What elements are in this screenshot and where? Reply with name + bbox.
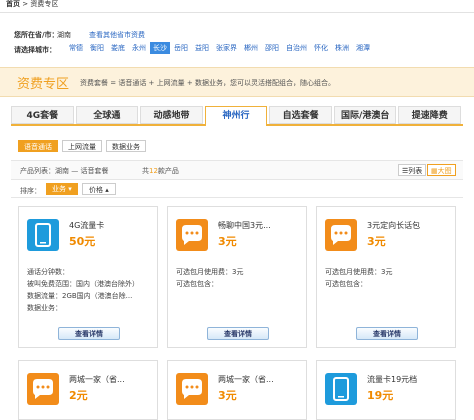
sort-by-price-button[interactable]: 价格 ▴: [82, 183, 116, 195]
chat-icon: [176, 373, 208, 405]
sub-tabs: 语音通话 上网流量 数据业务: [18, 140, 146, 152]
phone-icon: [325, 373, 357, 405]
product-card[interactable]: 4G流量卡 50元通话分钟数： 被叫免费范围：国内（港澳台除外） 数据流量：2GB国内…: [18, 206, 158, 348]
other-province-link[interactable]: 查看其他省市资费: [89, 30, 145, 40]
sub-tab[interactable]: 上网流量: [62, 140, 102, 152]
view-details-button[interactable]: 查看详情: [58, 327, 120, 340]
count-suffix: 款产品: [157, 167, 179, 175]
product-card[interactable]: 两城一家（省... 3元: [167, 360, 307, 420]
city-option[interactable]: 邵阳: [262, 42, 282, 54]
province-label: 您所在省/市：: [14, 31, 59, 39]
view-details-button[interactable]: 查看详情: [356, 327, 418, 340]
package-tab[interactable]: 自选套餐: [269, 106, 332, 124]
list-view-button[interactable]: ☰列表: [398, 164, 427, 176]
product-card[interactable]: 流量卡19元档 19元: [316, 360, 456, 420]
count-number: 12: [149, 167, 158, 175]
product-card[interactable]: 畅聊中国3元... 3元可选包月使用费：3元 可选包包含： 查看详情: [167, 206, 307, 348]
grid-view-label: 大图: [437, 167, 452, 175]
product-attribute: 可选包月使用费：3元: [176, 268, 244, 276]
sub-tab[interactable]: 数据业务: [106, 140, 146, 152]
product-price: 19元: [367, 389, 394, 402]
product-name[interactable]: 畅聊中国3元...: [218, 220, 271, 231]
package-tab[interactable]: 动感地带: [140, 106, 203, 124]
product-count: 共12款产品: [142, 166, 179, 176]
zone-title: 资费专区: [17, 77, 70, 92]
chat-icon: [325, 219, 357, 251]
city-option[interactable]: 岳阳: [171, 42, 191, 54]
sort-business-label: 业务: [52, 185, 66, 193]
product-attribute: 数据流量：2GB国内（港澳台除...: [27, 292, 133, 300]
chat-icon: [27, 373, 59, 405]
city-option[interactable]: 长沙: [150, 42, 170, 54]
package-tab[interactable]: 神州行: [204, 106, 268, 126]
city-option[interactable]: 张家界: [213, 42, 240, 54]
sort-label: 排序：: [20, 187, 41, 195]
sort-bar: [11, 180, 463, 198]
phone-icon: [27, 219, 59, 251]
package-tab[interactable]: 国际/港澳台: [333, 106, 397, 124]
view-details-button[interactable]: 查看详情: [207, 327, 269, 340]
grid-view-icon: ▦: [431, 167, 438, 175]
product-name[interactable]: 3元定向长话包: [367, 220, 420, 231]
product-attribute: 数据业务：: [27, 304, 62, 312]
list-title: 产品列表：湖南 — 话音套餐: [20, 167, 109, 175]
zone-description: 资费套餐 = 语音通话 + 上网流量 + 数据业务，您可以灵活搭配组合，随心组合…: [80, 79, 335, 87]
city-list: 常德 衡阳 娄底 永州 长沙 岳阳 益阳 张家界 郴州 邵阳 自治州 怀化 株洲 湘潭: [66, 42, 374, 54]
city-option[interactable]: 怀化: [311, 42, 331, 54]
product-name[interactable]: 两城一家（省...: [69, 374, 125, 385]
product-name[interactable]: 4G流量卡: [69, 220, 104, 231]
breadcrumb: 首页 > 资费专区: [6, 0, 58, 9]
breadcrumb-home-link[interactable]: 首页: [6, 0, 20, 8]
product-price: 3元: [218, 389, 237, 402]
product-card[interactable]: 两城一家（省... 2元: [18, 360, 158, 420]
product-attribute: 通话分钟数：: [27, 268, 69, 276]
city-option[interactable]: 株洲: [332, 42, 352, 54]
product-attribute: 被叫免费范围：国内（港澳台除外）: [27, 280, 139, 288]
top-divider: [0, 12, 474, 13]
sub-tab[interactable]: 语音通话: [18, 140, 58, 152]
product-price: 3元: [218, 235, 237, 248]
city-option[interactable]: 益阳: [192, 42, 212, 54]
product-attribute: 可选包月使用费：3元: [325, 268, 393, 276]
sort-price-label: 价格: [89, 186, 103, 194]
product-name[interactable]: 流量卡19元档: [367, 374, 417, 385]
city-option[interactable]: 娄底: [108, 42, 128, 54]
product-price: 3元: [367, 235, 386, 248]
city-label: 请选择城市：: [14, 46, 56, 54]
package-tabs: 4G套餐 全球通 动感地带 神州行 自选套餐 国际/港澳台 提速降费: [11, 106, 463, 126]
city-option[interactable]: 常德: [66, 42, 86, 54]
city-option[interactable]: 永州: [129, 42, 149, 54]
package-tab[interactable]: 全球通: [75, 106, 139, 124]
sort-by-business-button[interactable]: 业务 ▾: [46, 183, 78, 195]
chat-icon: [176, 219, 208, 251]
package-tab[interactable]: 4G套餐: [11, 106, 74, 124]
product-price: 50元: [69, 235, 96, 248]
count-prefix: 共: [142, 167, 149, 175]
city-option[interactable]: 郴州: [241, 42, 261, 54]
product-attribute: 可选包包含：: [176, 280, 218, 288]
city-option[interactable]: 衡阳: [87, 42, 107, 54]
product-name[interactable]: 两城一家（省...: [218, 374, 274, 385]
breadcrumb-separator: >: [20, 0, 31, 8]
product-attribute: 可选包包含：: [325, 280, 367, 288]
city-option[interactable]: 自治州: [283, 42, 310, 54]
product-price: 2元: [69, 389, 88, 402]
breadcrumb-current: 资费专区: [30, 0, 59, 8]
package-tab[interactable]: 提速降费: [398, 106, 462, 124]
city-option[interactable]: 湘潭: [353, 42, 373, 54]
sort-up-icon: ▴: [103, 186, 109, 194]
grid-view-button[interactable]: ▦大图: [427, 164, 456, 176]
province-value: 湖南: [57, 31, 71, 39]
product-card[interactable]: 3元定向长话包 3元可选包月使用费：3元 可选包包含： 查看详情: [316, 206, 456, 348]
sort-down-icon: ▾: [66, 185, 72, 193]
list-view-label: 列表: [408, 167, 423, 175]
